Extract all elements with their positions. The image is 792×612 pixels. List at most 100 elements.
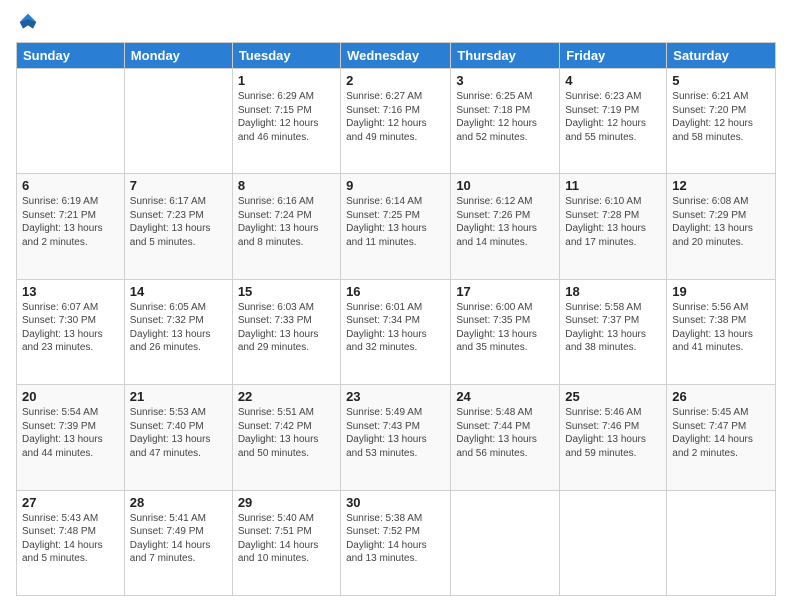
calendar-day-cell: 2 Sunrise: 6:27 AMSunset: 7:16 PMDayligh… — [341, 69, 451, 174]
weekday-header: Thursday — [451, 43, 560, 69]
day-info: Sunrise: 5:54 AMSunset: 7:39 PMDaylight:… — [22, 406, 119, 460]
day-number: 5 — [672, 73, 770, 88]
calendar-day-cell: 21 Sunrise: 5:53 AMSunset: 7:40 PMDaylig… — [124, 385, 232, 490]
calendar-day-cell: 23 Sunrise: 5:49 AMSunset: 7:43 PMDaylig… — [341, 385, 451, 490]
calendar-day-cell: 13 Sunrise: 6:07 AMSunset: 7:30 PMDaylig… — [17, 279, 125, 384]
calendar-day-cell: 9 Sunrise: 6:14 AMSunset: 7:25 PMDayligh… — [341, 174, 451, 279]
day-info: Sunrise: 6:29 AMSunset: 7:15 PMDaylight:… — [238, 90, 335, 144]
day-info: Sunrise: 6:25 AMSunset: 7:18 PMDaylight:… — [456, 90, 554, 144]
calendar-day-cell: 7 Sunrise: 6:17 AMSunset: 7:23 PMDayligh… — [124, 174, 232, 279]
day-number: 6 — [22, 178, 119, 193]
day-info: Sunrise: 5:58 AMSunset: 7:37 PMDaylight:… — [565, 301, 661, 355]
calendar-day-cell — [17, 69, 125, 174]
calendar-day-cell: 20 Sunrise: 5:54 AMSunset: 7:39 PMDaylig… — [17, 385, 125, 490]
calendar-day-cell: 24 Sunrise: 5:48 AMSunset: 7:44 PMDaylig… — [451, 385, 560, 490]
calendar-day-cell: 25 Sunrise: 5:46 AMSunset: 7:46 PMDaylig… — [560, 385, 667, 490]
day-info: Sunrise: 5:43 AMSunset: 7:48 PMDaylight:… — [22, 512, 119, 566]
weekday-header: Tuesday — [232, 43, 340, 69]
calendar-day-cell: 1 Sunrise: 6:29 AMSunset: 7:15 PMDayligh… — [232, 69, 340, 174]
day-info: Sunrise: 5:40 AMSunset: 7:51 PMDaylight:… — [238, 512, 335, 566]
calendar-day-cell: 8 Sunrise: 6:16 AMSunset: 7:24 PMDayligh… — [232, 174, 340, 279]
day-number: 26 — [672, 389, 770, 404]
day-info: Sunrise: 6:05 AMSunset: 7:32 PMDaylight:… — [130, 301, 227, 355]
day-number: 21 — [130, 389, 227, 404]
day-info: Sunrise: 6:01 AMSunset: 7:34 PMDaylight:… — [346, 301, 445, 355]
day-number: 29 — [238, 495, 335, 510]
calendar-day-cell: 12 Sunrise: 6:08 AMSunset: 7:29 PMDaylig… — [667, 174, 776, 279]
calendar-day-cell — [667, 490, 776, 595]
day-number: 19 — [672, 284, 770, 299]
day-number: 20 — [22, 389, 119, 404]
calendar-table: SundayMondayTuesdayWednesdayThursdayFrid… — [16, 42, 776, 596]
day-info: Sunrise: 6:12 AMSunset: 7:26 PMDaylight:… — [456, 195, 554, 249]
calendar-day-cell: 11 Sunrise: 6:10 AMSunset: 7:28 PMDaylig… — [560, 174, 667, 279]
weekday-header: Sunday — [17, 43, 125, 69]
calendar-day-cell: 19 Sunrise: 5:56 AMSunset: 7:38 PMDaylig… — [667, 279, 776, 384]
logo — [16, 16, 38, 32]
day-info: Sunrise: 6:07 AMSunset: 7:30 PMDaylight:… — [22, 301, 119, 355]
day-info: Sunrise: 5:48 AMSunset: 7:44 PMDaylight:… — [456, 406, 554, 460]
day-info: Sunrise: 6:10 AMSunset: 7:28 PMDaylight:… — [565, 195, 661, 249]
calendar-day-cell: 22 Sunrise: 5:51 AMSunset: 7:42 PMDaylig… — [232, 385, 340, 490]
day-number: 27 — [22, 495, 119, 510]
day-info: Sunrise: 5:53 AMSunset: 7:40 PMDaylight:… — [130, 406, 227, 460]
day-info: Sunrise: 5:38 AMSunset: 7:52 PMDaylight:… — [346, 512, 445, 566]
calendar-week-row: 1 Sunrise: 6:29 AMSunset: 7:15 PMDayligh… — [17, 69, 776, 174]
day-number: 17 — [456, 284, 554, 299]
day-info: Sunrise: 6:00 AMSunset: 7:35 PMDaylight:… — [456, 301, 554, 355]
calendar-day-cell: 28 Sunrise: 5:41 AMSunset: 7:49 PMDaylig… — [124, 490, 232, 595]
day-number: 10 — [456, 178, 554, 193]
day-number: 15 — [238, 284, 335, 299]
calendar-day-cell: 5 Sunrise: 6:21 AMSunset: 7:20 PMDayligh… — [667, 69, 776, 174]
calendar-day-cell: 27 Sunrise: 5:43 AMSunset: 7:48 PMDaylig… — [17, 490, 125, 595]
day-info: Sunrise: 6:08 AMSunset: 7:29 PMDaylight:… — [672, 195, 770, 249]
day-info: Sunrise: 5:56 AMSunset: 7:38 PMDaylight:… — [672, 301, 770, 355]
page-header — [16, 16, 776, 32]
calendar-week-row: 27 Sunrise: 5:43 AMSunset: 7:48 PMDaylig… — [17, 490, 776, 595]
weekday-header: Friday — [560, 43, 667, 69]
day-number: 9 — [346, 178, 445, 193]
day-number: 28 — [130, 495, 227, 510]
calendar-day-cell: 26 Sunrise: 5:45 AMSunset: 7:47 PMDaylig… — [667, 385, 776, 490]
day-number: 8 — [238, 178, 335, 193]
day-info: Sunrise: 5:41 AMSunset: 7:49 PMDaylight:… — [130, 512, 227, 566]
day-info: Sunrise: 6:03 AMSunset: 7:33 PMDaylight:… — [238, 301, 335, 355]
day-info: Sunrise: 5:46 AMSunset: 7:46 PMDaylight:… — [565, 406, 661, 460]
day-info: Sunrise: 6:27 AMSunset: 7:16 PMDaylight:… — [346, 90, 445, 144]
day-info: Sunrise: 6:23 AMSunset: 7:19 PMDaylight:… — [565, 90, 661, 144]
calendar-day-cell: 14 Sunrise: 6:05 AMSunset: 7:32 PMDaylig… — [124, 279, 232, 384]
day-number: 3 — [456, 73, 554, 88]
day-number: 7 — [130, 178, 227, 193]
day-number: 4 — [565, 73, 661, 88]
day-number: 22 — [238, 389, 335, 404]
calendar-day-cell: 18 Sunrise: 5:58 AMSunset: 7:37 PMDaylig… — [560, 279, 667, 384]
calendar-day-cell — [451, 490, 560, 595]
weekday-header-row: SundayMondayTuesdayWednesdayThursdayFrid… — [17, 43, 776, 69]
day-info: Sunrise: 5:45 AMSunset: 7:47 PMDaylight:… — [672, 406, 770, 460]
day-number: 13 — [22, 284, 119, 299]
calendar-week-row: 6 Sunrise: 6:19 AMSunset: 7:21 PMDayligh… — [17, 174, 776, 279]
day-number: 2 — [346, 73, 445, 88]
weekday-header: Wednesday — [341, 43, 451, 69]
day-number: 16 — [346, 284, 445, 299]
day-info: Sunrise: 5:51 AMSunset: 7:42 PMDaylight:… — [238, 406, 335, 460]
day-info: Sunrise: 6:19 AMSunset: 7:21 PMDaylight:… — [22, 195, 119, 249]
calendar-day-cell — [560, 490, 667, 595]
calendar-day-cell — [124, 69, 232, 174]
day-info: Sunrise: 6:16 AMSunset: 7:24 PMDaylight:… — [238, 195, 335, 249]
day-number: 25 — [565, 389, 661, 404]
calendar-day-cell: 30 Sunrise: 5:38 AMSunset: 7:52 PMDaylig… — [341, 490, 451, 595]
calendar-day-cell: 10 Sunrise: 6:12 AMSunset: 7:26 PMDaylig… — [451, 174, 560, 279]
day-number: 24 — [456, 389, 554, 404]
calendar-day-cell: 29 Sunrise: 5:40 AMSunset: 7:51 PMDaylig… — [232, 490, 340, 595]
calendar-day-cell: 4 Sunrise: 6:23 AMSunset: 7:19 PMDayligh… — [560, 69, 667, 174]
calendar-day-cell: 6 Sunrise: 6:19 AMSunset: 7:21 PMDayligh… — [17, 174, 125, 279]
calendar-week-row: 20 Sunrise: 5:54 AMSunset: 7:39 PMDaylig… — [17, 385, 776, 490]
weekday-header: Monday — [124, 43, 232, 69]
day-number: 30 — [346, 495, 445, 510]
day-number: 12 — [672, 178, 770, 193]
day-number: 1 — [238, 73, 335, 88]
weekday-header: Saturday — [667, 43, 776, 69]
day-info: Sunrise: 6:17 AMSunset: 7:23 PMDaylight:… — [130, 195, 227, 249]
calendar-day-cell: 15 Sunrise: 6:03 AMSunset: 7:33 PMDaylig… — [232, 279, 340, 384]
